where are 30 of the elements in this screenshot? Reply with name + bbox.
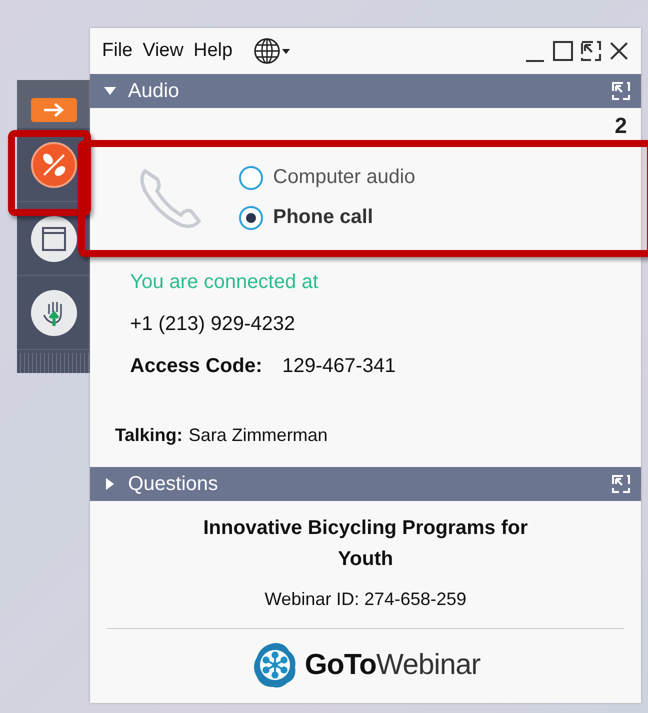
access-code: 129-467-341: [282, 355, 396, 378]
maximize-icon[interactable]: [551, 39, 575, 63]
grip-handle[interactable]: [17, 353, 90, 373]
undock-icon[interactable]: [579, 39, 603, 63]
panel-title: Audio: [128, 80, 180, 102]
field-label: Access Code:: [130, 355, 262, 378]
phone-icon[interactable]: [30, 142, 76, 188]
arrow-icon[interactable]: [42, 102, 66, 118]
toggle-arrow-icon[interactable]: [104, 85, 116, 97]
field-label: Talking:: [115, 425, 183, 446]
toggle-arrow-icon[interactable]: [104, 478, 116, 490]
count-label: 2: [614, 112, 628, 140]
webinar-id: Webinar ID: 274-658-259: [264, 589, 466, 610]
radio-icon[interactable]: [239, 206, 263, 230]
menu-item[interactable]: File: [102, 40, 133, 62]
radio-option[interactable]: Phone call: [239, 206, 416, 230]
panel-title: Questions: [128, 472, 220, 496]
menu-item[interactable]: View: [142, 40, 184, 62]
menu-item[interactable]: Help: [193, 40, 233, 62]
phone-number: +1 (213) 929-4232: [130, 313, 296, 336]
language-globe-icon[interactable]: [252, 36, 293, 66]
raise-hand-icon[interactable]: [30, 290, 76, 336]
logo-wordmark: GoToWebinar: [304, 648, 480, 682]
connection-status: You are connected at: [130, 271, 320, 294]
radio-icon[interactable]: [239, 166, 263, 190]
window-icon[interactable]: [30, 216, 76, 262]
collapse-button[interactable]: [30, 98, 76, 122]
radio-option[interactable]: Computer audio: [239, 166, 416, 190]
webinar-title: Innovative Bicycling Programs for Youth: [202, 516, 529, 572]
speaker-name: Sara Zimmerman: [188, 425, 328, 446]
